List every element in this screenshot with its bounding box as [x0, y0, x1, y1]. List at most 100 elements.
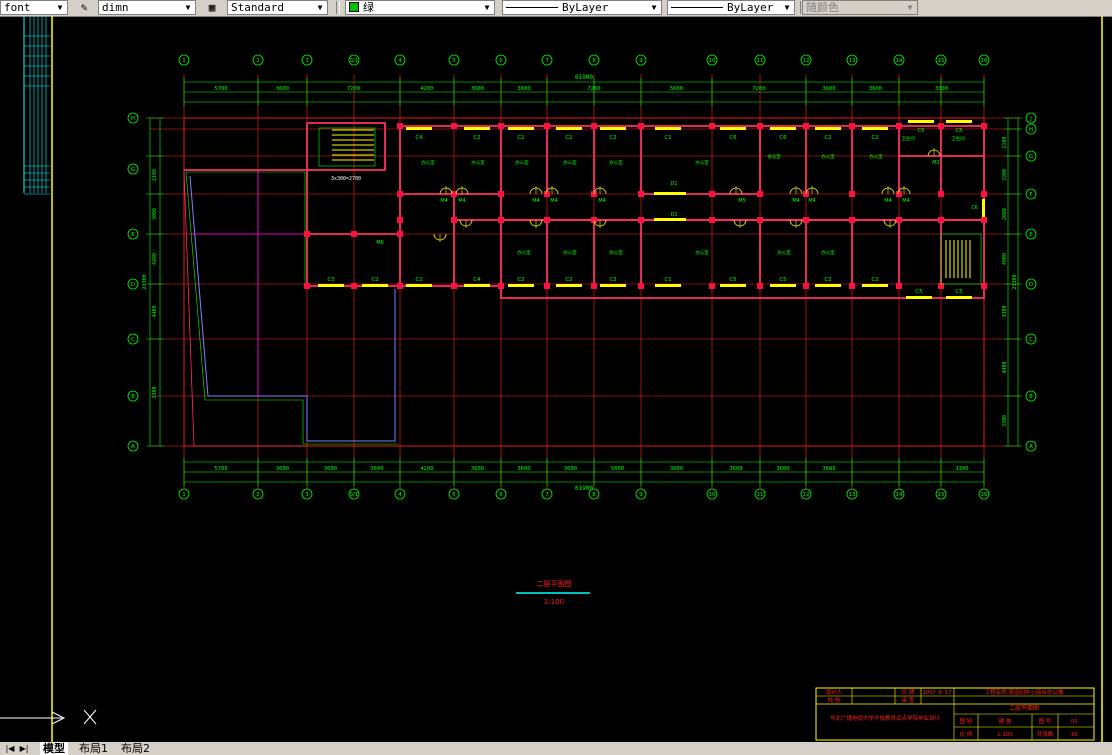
- table-style-icon[interactable]: ▦: [202, 0, 222, 15]
- wall: [306, 170, 400, 287]
- grid-bubble-label: A: [1029, 444, 1033, 450]
- window-label: C1: [664, 277, 671, 283]
- grid-bubble-label: 1: [182, 58, 186, 64]
- window: [600, 284, 626, 287]
- dim-text: 3600: [471, 466, 484, 472]
- column: [397, 123, 403, 129]
- grid-bubble-label: C: [1029, 337, 1033, 343]
- column: [938, 123, 944, 129]
- column: [896, 217, 902, 223]
- grid-bubble-label: B: [131, 394, 135, 400]
- tab-scroll-next-icon[interactable]: ▶|: [18, 742, 30, 755]
- window: [406, 284, 432, 287]
- door-label: M4: [902, 198, 910, 204]
- door-label: M4: [550, 198, 558, 204]
- dim-text: 4200: [152, 253, 158, 265]
- text-style-dropdown[interactable]: font ▼: [0, 0, 68, 15]
- dim-text: 4200: [420, 466, 433, 472]
- window: [406, 127, 432, 130]
- grid-bubble-label: B: [1029, 394, 1033, 400]
- model-space-canvas[interactable]: C4 C2 C2 C2 C2 C1 C6 C6 C2 C2C5 C5C3 C2 C2 C4 C2 C2 C2 C1…: [0, 16, 1112, 742]
- color-dropdown[interactable]: 绿 ▼: [345, 0, 495, 15]
- table-style-value: Standard: [231, 1, 284, 14]
- dim-text: 3600: [869, 86, 882, 92]
- window-label: C2: [517, 135, 524, 141]
- color-swatch-icon: [349, 2, 359, 12]
- window-label: C5: [917, 128, 925, 134]
- dim-text: 3600: [670, 466, 683, 472]
- lineweight-glyph-icon: [671, 7, 723, 8]
- column: [896, 191, 902, 197]
- grid-bubble-label: 2: [256, 492, 260, 498]
- column: [803, 217, 809, 223]
- window-label: C5: [955, 128, 963, 134]
- room-label: 办公室: [563, 249, 577, 256]
- grid-bubble-label: 8: [592, 492, 596, 498]
- room-label: 办公室: [609, 249, 623, 256]
- column: [981, 283, 987, 289]
- column: [803, 283, 809, 289]
- lineweight-dropdown[interactable]: ByLayer ▼: [667, 0, 795, 15]
- window: [655, 127, 681, 130]
- tab-model[interactable]: 模型: [40, 742, 68, 755]
- room-label: 卫生间: [951, 135, 965, 142]
- column: [709, 283, 715, 289]
- chevron-down-icon: ▼: [484, 3, 490, 12]
- plot-style-value: 随颜色: [806, 1, 839, 14]
- window: [654, 192, 686, 195]
- dim-text: 4400: [152, 305, 158, 317]
- dim-text: 5700: [214, 86, 227, 92]
- plan-outline: [183, 117, 985, 447]
- dim-text: 5700: [214, 466, 227, 472]
- dim-text: 3300: [1002, 305, 1008, 317]
- room-label: 办公室: [517, 249, 531, 256]
- properties-toolbar: font ▼ ✎ dimn ▼ ▦ Standard ▼ 绿 ▼ ByLayer…: [0, 0, 1112, 17]
- grid-bubble-label: 1: [182, 492, 186, 498]
- dim-text: 3300: [935, 86, 948, 92]
- dim-text: 3600: [471, 86, 484, 92]
- grid-bubble-label: 12: [803, 492, 810, 498]
- dim-text: 3300: [1002, 415, 1008, 427]
- column: [896, 283, 902, 289]
- window: [508, 284, 534, 287]
- dim-text: 4200: [420, 86, 433, 92]
- grid-bubble-label: E: [1029, 232, 1033, 238]
- column: [544, 123, 550, 129]
- grid-bubble-label: 11: [757, 492, 764, 498]
- column: [638, 217, 644, 223]
- window-label: C5: [779, 277, 787, 283]
- table-style-dropdown[interactable]: Standard ▼: [227, 0, 328, 15]
- tab-layout1[interactable]: 布局1: [76, 742, 111, 755]
- drawing-name: 二层平面图: [1009, 705, 1039, 712]
- wing-inner: [189, 175, 396, 442]
- grid-bubble-label: 5: [452, 58, 456, 64]
- column: [591, 123, 597, 129]
- ucs-icon: [0, 709, 97, 725]
- column: [451, 283, 457, 289]
- window: [362, 284, 388, 287]
- exterior-wall: [400, 125, 985, 299]
- reviewer-label: 审 查: [902, 696, 915, 704]
- window: [720, 127, 746, 130]
- grid-bubble-label: 10: [709, 492, 716, 498]
- dim-total-top: 61900: [575, 74, 593, 81]
- column: [544, 217, 550, 223]
- window-label: C1: [664, 135, 671, 141]
- grid-bubble-label: F: [1029, 192, 1032, 198]
- column: [638, 191, 644, 197]
- dim-text: 5600: [670, 86, 683, 92]
- grid-bubble-label: 2: [256, 58, 260, 64]
- tab-layout2[interactable]: 布局2: [118, 742, 153, 755]
- window: [654, 218, 686, 221]
- room-label: 办公室: [695, 159, 709, 166]
- linetype-dropdown[interactable]: ByLayer ▼: [502, 0, 662, 15]
- lineweight-value: ByLayer: [727, 1, 774, 14]
- grid-bubble-label: A: [131, 444, 135, 450]
- dim-style-dropdown[interactable]: dimn ▼: [98, 0, 196, 15]
- column: [803, 123, 809, 129]
- dim-text: 3600: [276, 466, 289, 472]
- room-label: 办公室: [421, 159, 435, 166]
- tab-scroll-first-icon[interactable]: |◀: [4, 742, 16, 755]
- column: [849, 283, 855, 289]
- dim-style-icon[interactable]: ✎: [74, 0, 94, 15]
